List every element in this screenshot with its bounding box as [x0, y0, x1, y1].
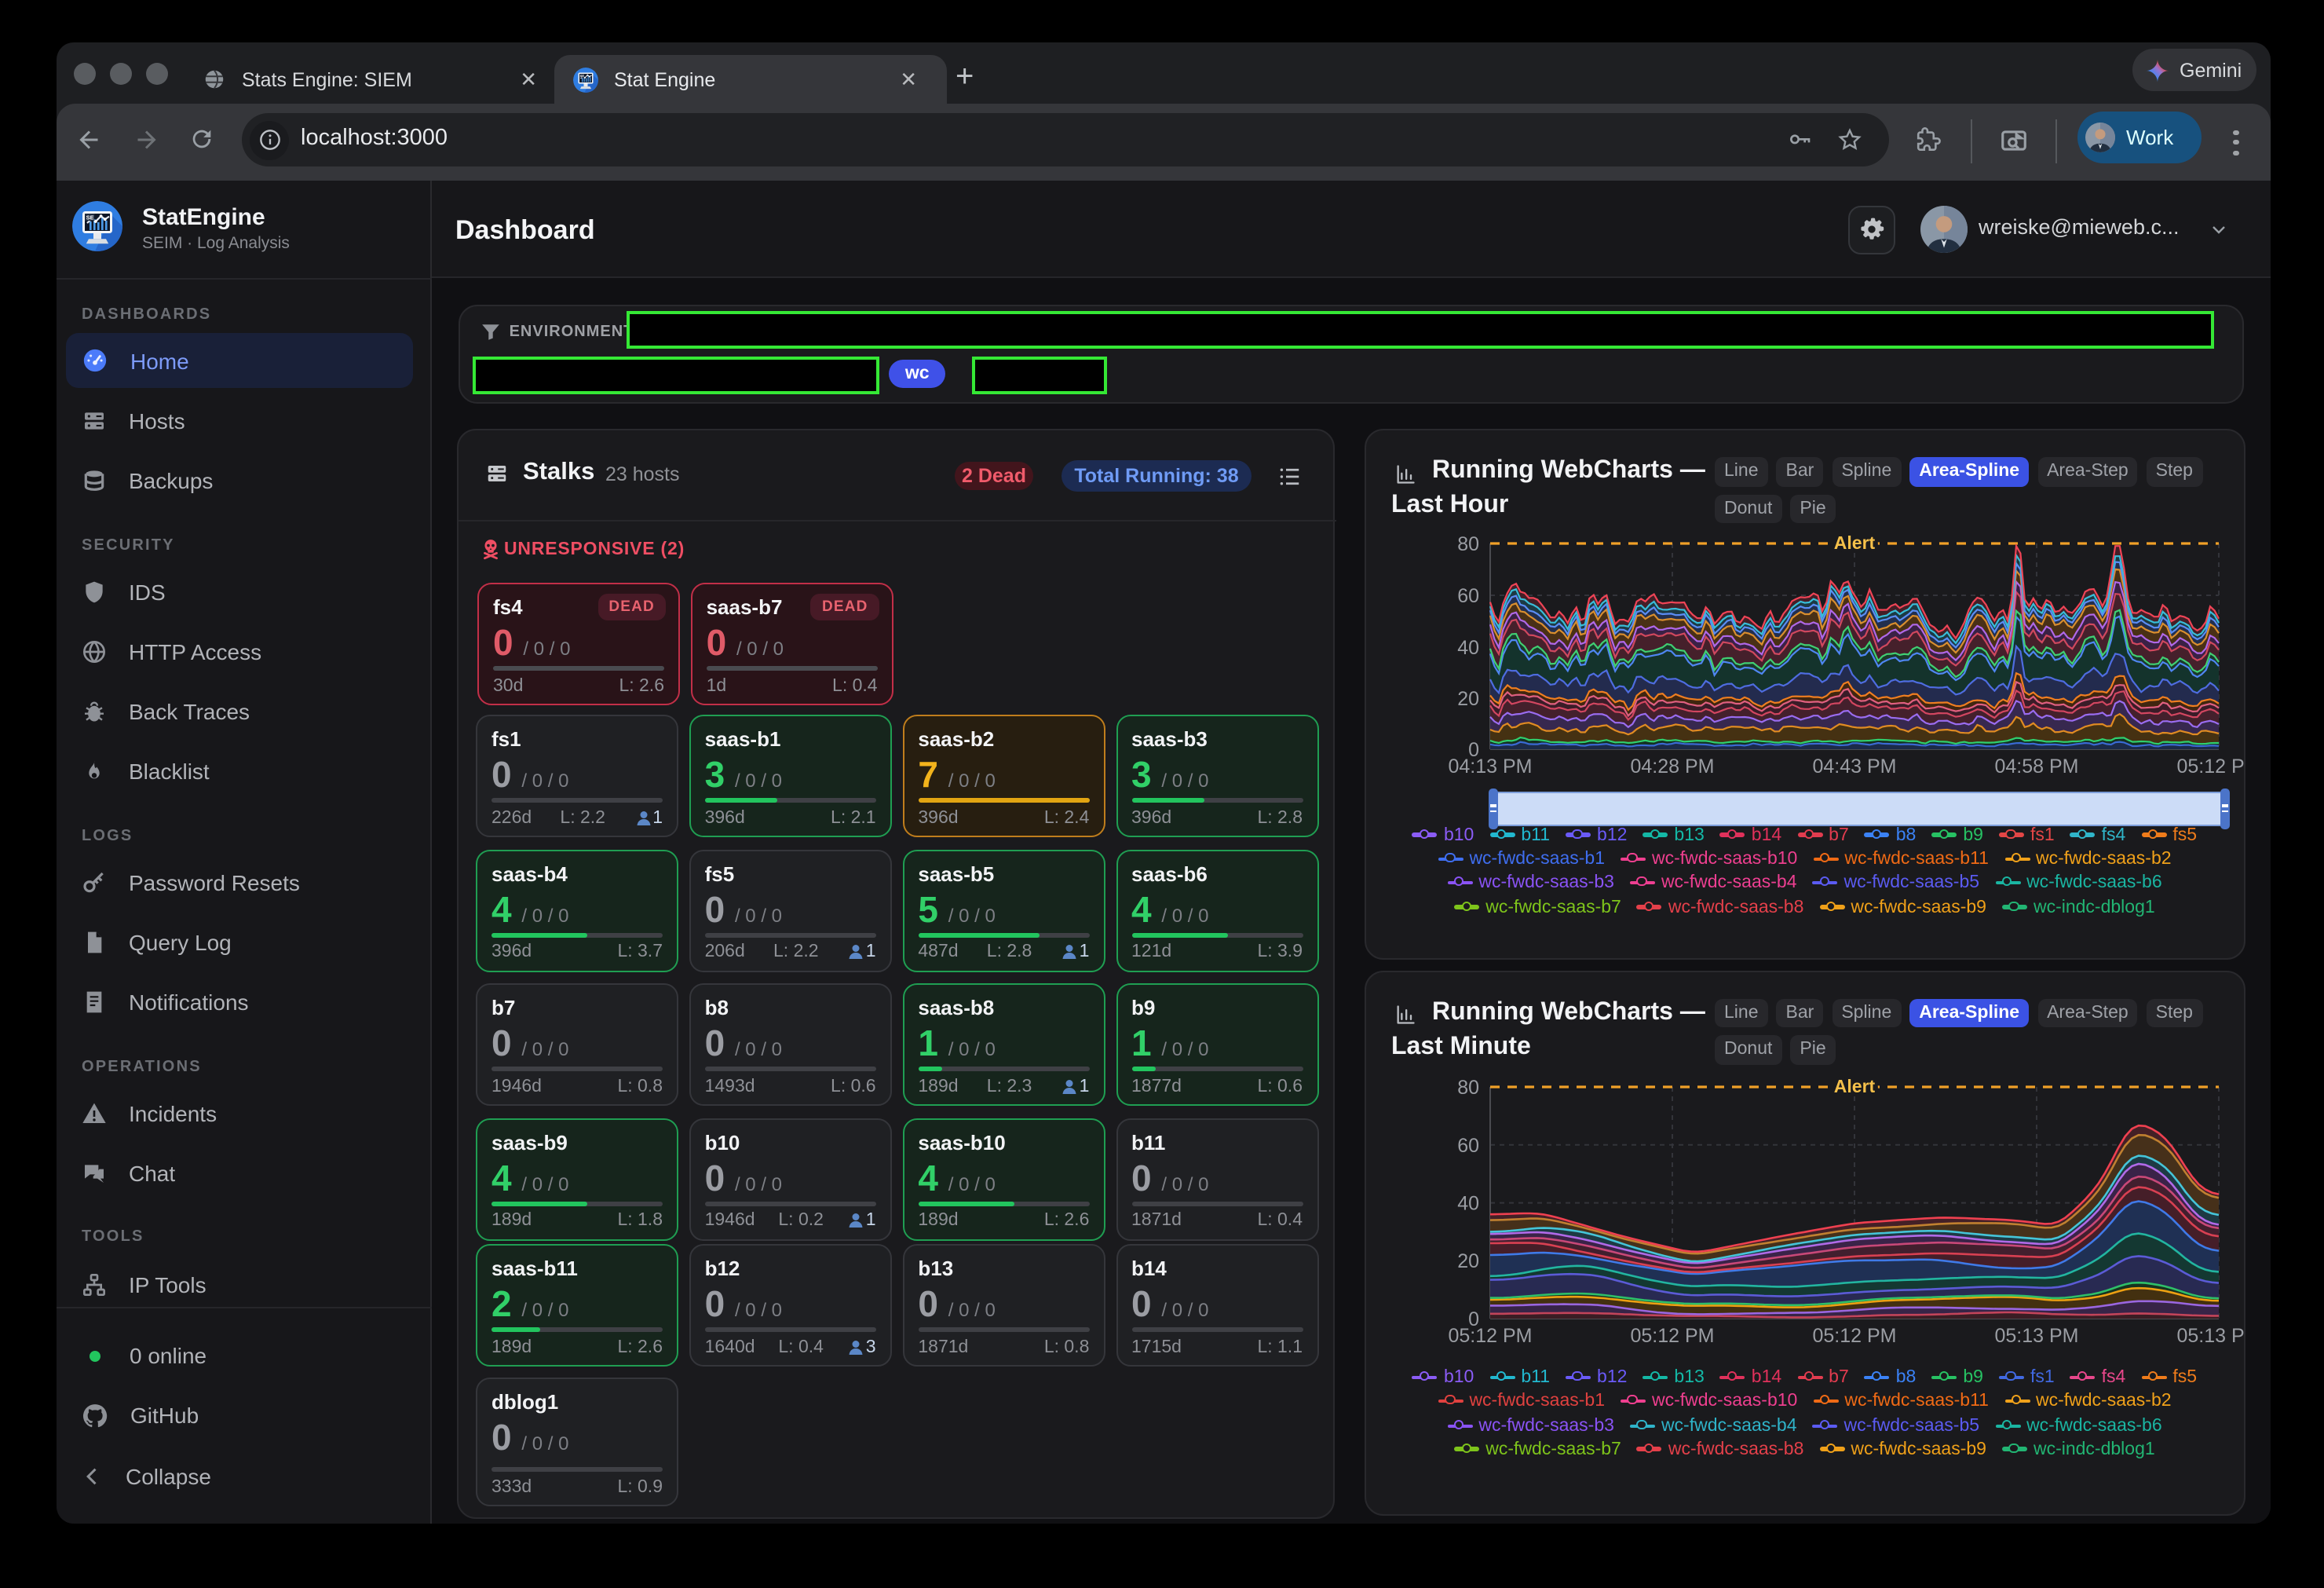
- svg-text:20: 20: [1457, 1250, 1479, 1271]
- svg-text:80: 80: [1457, 1076, 1479, 1098]
- svg-text:SE: SE: [86, 214, 94, 221]
- svg-text:Alert: Alert: [1834, 1075, 1876, 1096]
- svg-text:80: 80: [1457, 533, 1479, 555]
- svg-text:60: 60: [1457, 1134, 1479, 1156]
- svg-text:05:13 PM: 05:13 PM: [1994, 1324, 2078, 1346]
- svg-text:05:12 PM: 05:12 PM: [1448, 1324, 1532, 1346]
- svg-text:04:13 PM: 04:13 PM: [1448, 756, 1532, 778]
- svg-text:SE: SE: [580, 74, 585, 77]
- svg-text:05:12 PM: 05:12 PM: [2176, 756, 2245, 778]
- svg-text:40: 40: [1457, 1192, 1479, 1214]
- svg-text:04:58 PM: 04:58 PM: [1994, 756, 2078, 778]
- svg-text:Alert: Alert: [1834, 532, 1876, 553]
- svg-text:40: 40: [1457, 637, 1479, 659]
- svg-text:04:28 PM: 04:28 PM: [1630, 756, 1714, 778]
- svg-text:60: 60: [1457, 585, 1479, 607]
- svg-text:20: 20: [1457, 688, 1479, 710]
- svg-text:04:43 PM: 04:43 PM: [1812, 756, 1896, 778]
- svg-text:05:12 PM: 05:12 PM: [1812, 1324, 1896, 1346]
- svg-text:05:13 PM: 05:13 PM: [2176, 1324, 2245, 1346]
- svg-text:05:12 PM: 05:12 PM: [1630, 1324, 1714, 1346]
